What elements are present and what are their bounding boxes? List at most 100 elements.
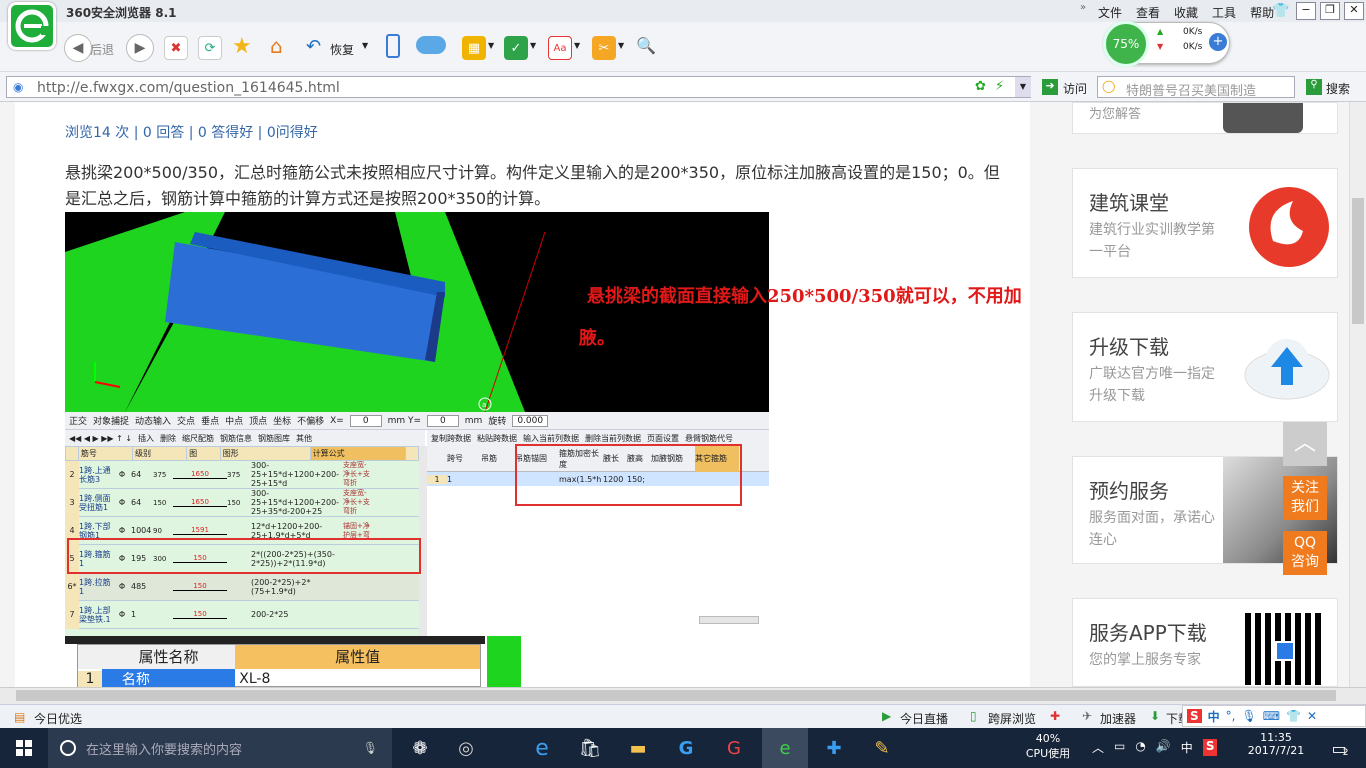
visit-button[interactable]: 访问 [1063,80,1087,97]
punctuation-icon[interactable]: °, [1226,709,1236,723]
rotate-field[interactable]: 0.000 [512,414,549,427]
task-view-icon[interactable]: ❁ [400,728,440,768]
accelerator-icon[interactable]: ✈ [1082,709,1092,723]
apps-grid-icon[interactable]: ▦ [462,36,486,60]
keyboard-icon[interactable]: ⌨ [1263,709,1280,723]
prop-value-cell[interactable]: XL-8 [235,671,480,687]
health-icon[interactable]: ✚ [1050,709,1060,723]
sogou-logo-icon[interactable]: S [1187,709,1202,723]
menu-file[interactable]: 文件 [1098,4,1122,21]
input-column-button[interactable]: 输入当前列数据 [523,433,579,444]
search-input[interactable]: ◯ 特朗普号召买美国制造 [1097,76,1295,99]
insert-button[interactable]: 插入 [138,433,154,444]
restore-dropdown-icon[interactable]: ▼ [362,41,368,50]
voice-mic-icon[interactable]: 🎙 [363,741,378,755]
glodon-app-icon[interactable]: G [666,728,706,768]
snap-vertex[interactable]: 顶点 [249,414,267,427]
menu-help[interactable]: 帮助 [1250,4,1274,21]
close-button[interactable]: ✕ [1344,2,1364,20]
back-to-top-icon[interactable]: ︿ [1283,422,1327,466]
action-center-icon[interactable]: ▭ 2 [1320,728,1360,768]
screenshot-dropdown-icon[interactable]: ▼ [618,41,624,50]
snap-perp[interactable]: 垂点 [201,414,219,427]
back-label[interactable]: 后退 [90,41,114,58]
snap-dynamic[interactable]: 动态输入 [135,414,171,427]
rebar-row[interactable]: 6* 1跨.拉筋1 Φ 485 150 (200-2*25)+2*(75+1.9*d) [65,572,419,601]
snap-intersect[interactable]: 交点 [177,414,195,427]
phone-icon[interactable] [386,34,400,58]
favorite-star-icon[interactable]: ★ [232,34,252,59]
cloud-icon[interactable] [416,36,446,54]
restore-button[interactable]: ❐ [1320,2,1340,20]
other-button[interactable]: 其他 [296,433,312,444]
url-text[interactable]: http://e.fwxgx.com/question_1614645.html [37,80,340,96]
vertical-scroll-thumb[interactable] [1352,198,1364,324]
delete-button[interactable]: 删除 [160,433,176,444]
nav-arrows-icon[interactable]: ◀◀ ◀ ▶ ▶▶ ↑ ↓ [69,434,132,443]
snap-mid[interactable]: 中点 [225,414,243,427]
page-setup-button[interactable]: 页面设置 [647,433,679,444]
back-arrow-icon[interactable]: ◀ [64,34,92,62]
rebar-row[interactable]: 2 1跨.上通长筋3 Φ 64 375 1650 375 300-25+15*d+1200+2… [65,460,419,489]
snap-ortho[interactable]: 正交 [69,414,87,427]
network-icon[interactable]: ◔ [1135,739,1145,756]
stop-icon[interactable]: ✖ [164,36,188,60]
download-icon[interactable]: ⬇ [1150,709,1160,723]
speed-mode-icon[interactable]: ⚡ [995,79,1004,94]
menu-chevron-icon[interactable]: » [1080,2,1086,13]
shield-dropdown-icon[interactable]: ▼ [530,41,536,50]
ime-mode[interactable]: 中 [1208,708,1220,725]
minimize-button[interactable]: − [1296,2,1316,20]
rebar-library-button[interactable]: 钢筋图库 [258,433,290,444]
go-arrow-icon[interactable]: ➜ [1042,79,1058,95]
follow-us-button[interactable]: 关注我们 [1283,476,1327,520]
delete-column-button[interactable]: 删除当前列数据 [585,433,641,444]
browser-logo[interactable] [8,2,56,50]
ime-tray-indicator[interactable]: 中 [1181,739,1193,756]
cpu-widget[interactable]: 40% CPU使用 [1024,732,1072,761]
home-icon[interactable]: ⌂ [270,34,283,58]
windows-start-icon[interactable] [0,728,48,768]
ime-toolbar[interactable]: S 中 °, 🎙 ⌨ 👕 ✕ [1182,705,1366,727]
search-engine-icon[interactable]: ◯ [1102,79,1115,93]
paste-span-button[interactable]: 粘贴跨数据 [477,433,517,444]
menu-favorites[interactable]: 收藏 [1174,4,1198,21]
plus-app-icon[interactable]: ✚ [814,728,854,768]
live-icon[interactable]: ▶ [882,709,891,723]
qq-consult-button[interactable]: QQ咨询 [1283,531,1327,575]
snap-object[interactable]: 对象捕捉 [93,414,129,427]
menu-tools[interactable]: 工具 [1212,4,1236,21]
rebar-row[interactable]: 3 1跨.侧面受扭筋1 Φ 64 150 1650 150 300-25+15*d+1200+… [65,488,419,517]
compat-mode-icon[interactable]: ✿ [975,79,986,94]
mic-icon[interactable]: 🎙 [1242,709,1257,723]
card-building-class[interactable]: 建筑课堂 建筑行业实训教学第一平台 [1072,168,1338,278]
snap-coord[interactable]: 坐标 [273,414,291,427]
url-field[interactable]: ◉ http://e.fwxgx.com/question_1614645.ht… [6,76,1031,98]
notes-app-icon[interactable]: ✎ [862,728,902,768]
horizontal-scrollbar[interactable] [0,687,1366,704]
taskbar-search-box[interactable]: 在这里输入你要搜索的内容 🎙 [48,728,392,768]
tray-expand-icon[interactable]: ︿ [1092,739,1104,756]
tray-device-icon[interactable]: ▭ [1114,739,1125,756]
translate-dropdown-icon[interactable]: ▼ [574,41,580,50]
skin-icon[interactable]: 👕 [1272,3,1289,19]
menu-view[interactable]: 查看 [1136,4,1160,21]
tools-icon[interactable]: ✕ [1307,709,1317,723]
volume-icon[interactable]: 🔊 [1156,739,1171,756]
daily-pick-label[interactable]: 今日优选 [34,710,82,727]
rebar-info-button[interactable]: 钢筋信息 [220,433,252,444]
translate-icon[interactable]: Aa [548,36,572,60]
apps-dropdown-icon[interactable]: ▼ [488,41,494,50]
horizontal-scroll-thumb[interactable] [16,690,1336,701]
refresh-icon[interactable]: ⟳ [198,36,222,60]
pinned-app-spiral-icon[interactable]: ◎ [446,728,486,768]
forward-arrow-icon[interactable]: ▶ [126,34,154,62]
snap-offset[interactable]: 不偏移 [297,414,324,427]
magnifier-icon[interactable]: 🔍 [636,36,656,55]
card-app-download[interactable]: 服务APP下载 您的掌上服务专家 [1072,598,1338,687]
x-field[interactable]: 0 [349,414,382,427]
search-button[interactable]: 搜索 [1326,80,1350,97]
search-icon[interactable]: ⚲ [1306,79,1322,95]
edge-browser-icon[interactable]: e [522,728,562,768]
card-upgrade-download[interactable]: 升级下载 广联达官方唯一指定升级下载 [1072,312,1338,422]
